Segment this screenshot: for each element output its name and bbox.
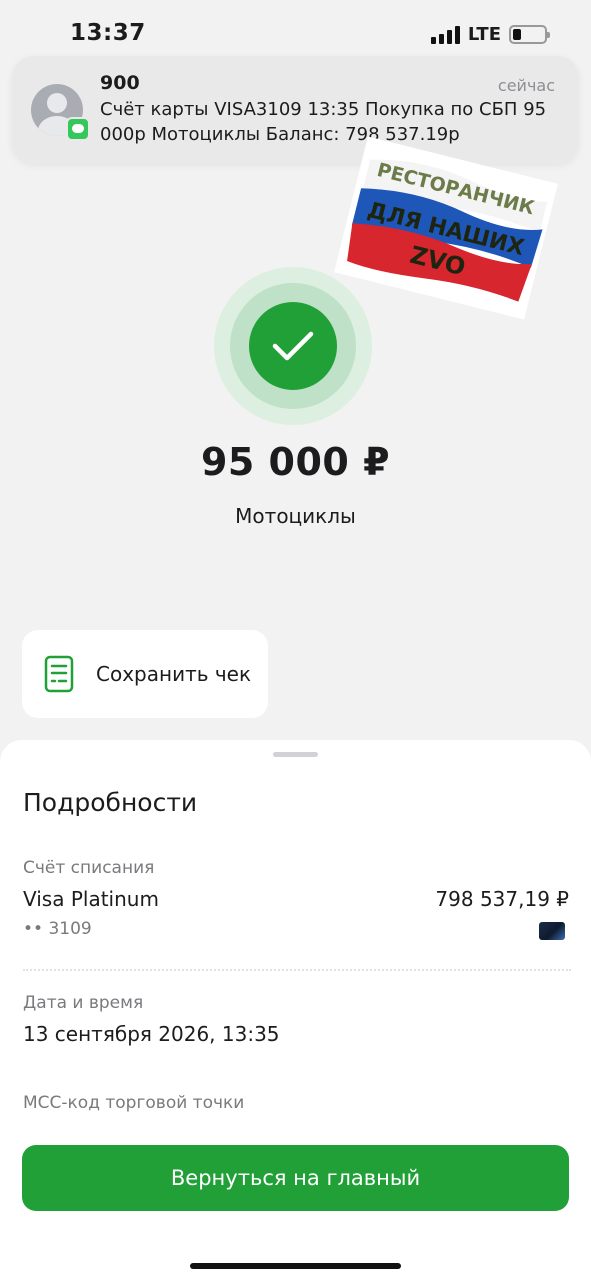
card-mask: •• 3109 [23, 919, 92, 939]
sms-notification[interactable]: 900 сейчас Счёт карты VISA3109 13:35 Пок… [12, 56, 579, 164]
datetime-value: 13 сентября 2026, 13:35 [23, 1022, 280, 1046]
receipt-icon [44, 655, 74, 693]
save-receipt-label: Сохранить чек [96, 662, 252, 686]
battery-icon [509, 25, 550, 44]
account-balance: 798 537,19 ₽ [435, 887, 569, 911]
mcc-label: МСС-код торговой точки [23, 1093, 245, 1113]
account-name: Visa Platinum [23, 887, 159, 911]
account-label: Счёт списания [23, 858, 155, 878]
datetime-label: Дата и время [23, 993, 144, 1013]
notification-sender: 900 [100, 72, 140, 94]
signal-icon [430, 25, 460, 44]
divider [23, 969, 571, 971]
sheet-grabber[interactable] [273, 752, 318, 757]
merchant-name: Мотоциклы [235, 504, 356, 528]
notification-text: Счёт карты VISA3109 13:35 Покупка по СБП… [100, 99, 547, 145]
return-home-button[interactable]: Вернуться на главный [22, 1145, 569, 1211]
notification-time: сейчас [497, 76, 555, 95]
status-time: 13:37 [70, 20, 146, 46]
network-type: LTE [467, 24, 501, 45]
payment-amount: 95 000 ₽ [200, 440, 391, 484]
card-icon [539, 922, 565, 940]
check-icon [249, 302, 337, 390]
details-title: Подробности [23, 788, 198, 817]
messages-icon [66, 117, 90, 141]
status-indicators: LTE [430, 24, 550, 45]
home-indicator[interactable] [190, 1263, 401, 1269]
details-sheet: Подробности Счёт списания Visa Platinum … [0, 740, 591, 1280]
save-receipt-button[interactable]: Сохранить чек [22, 630, 268, 718]
